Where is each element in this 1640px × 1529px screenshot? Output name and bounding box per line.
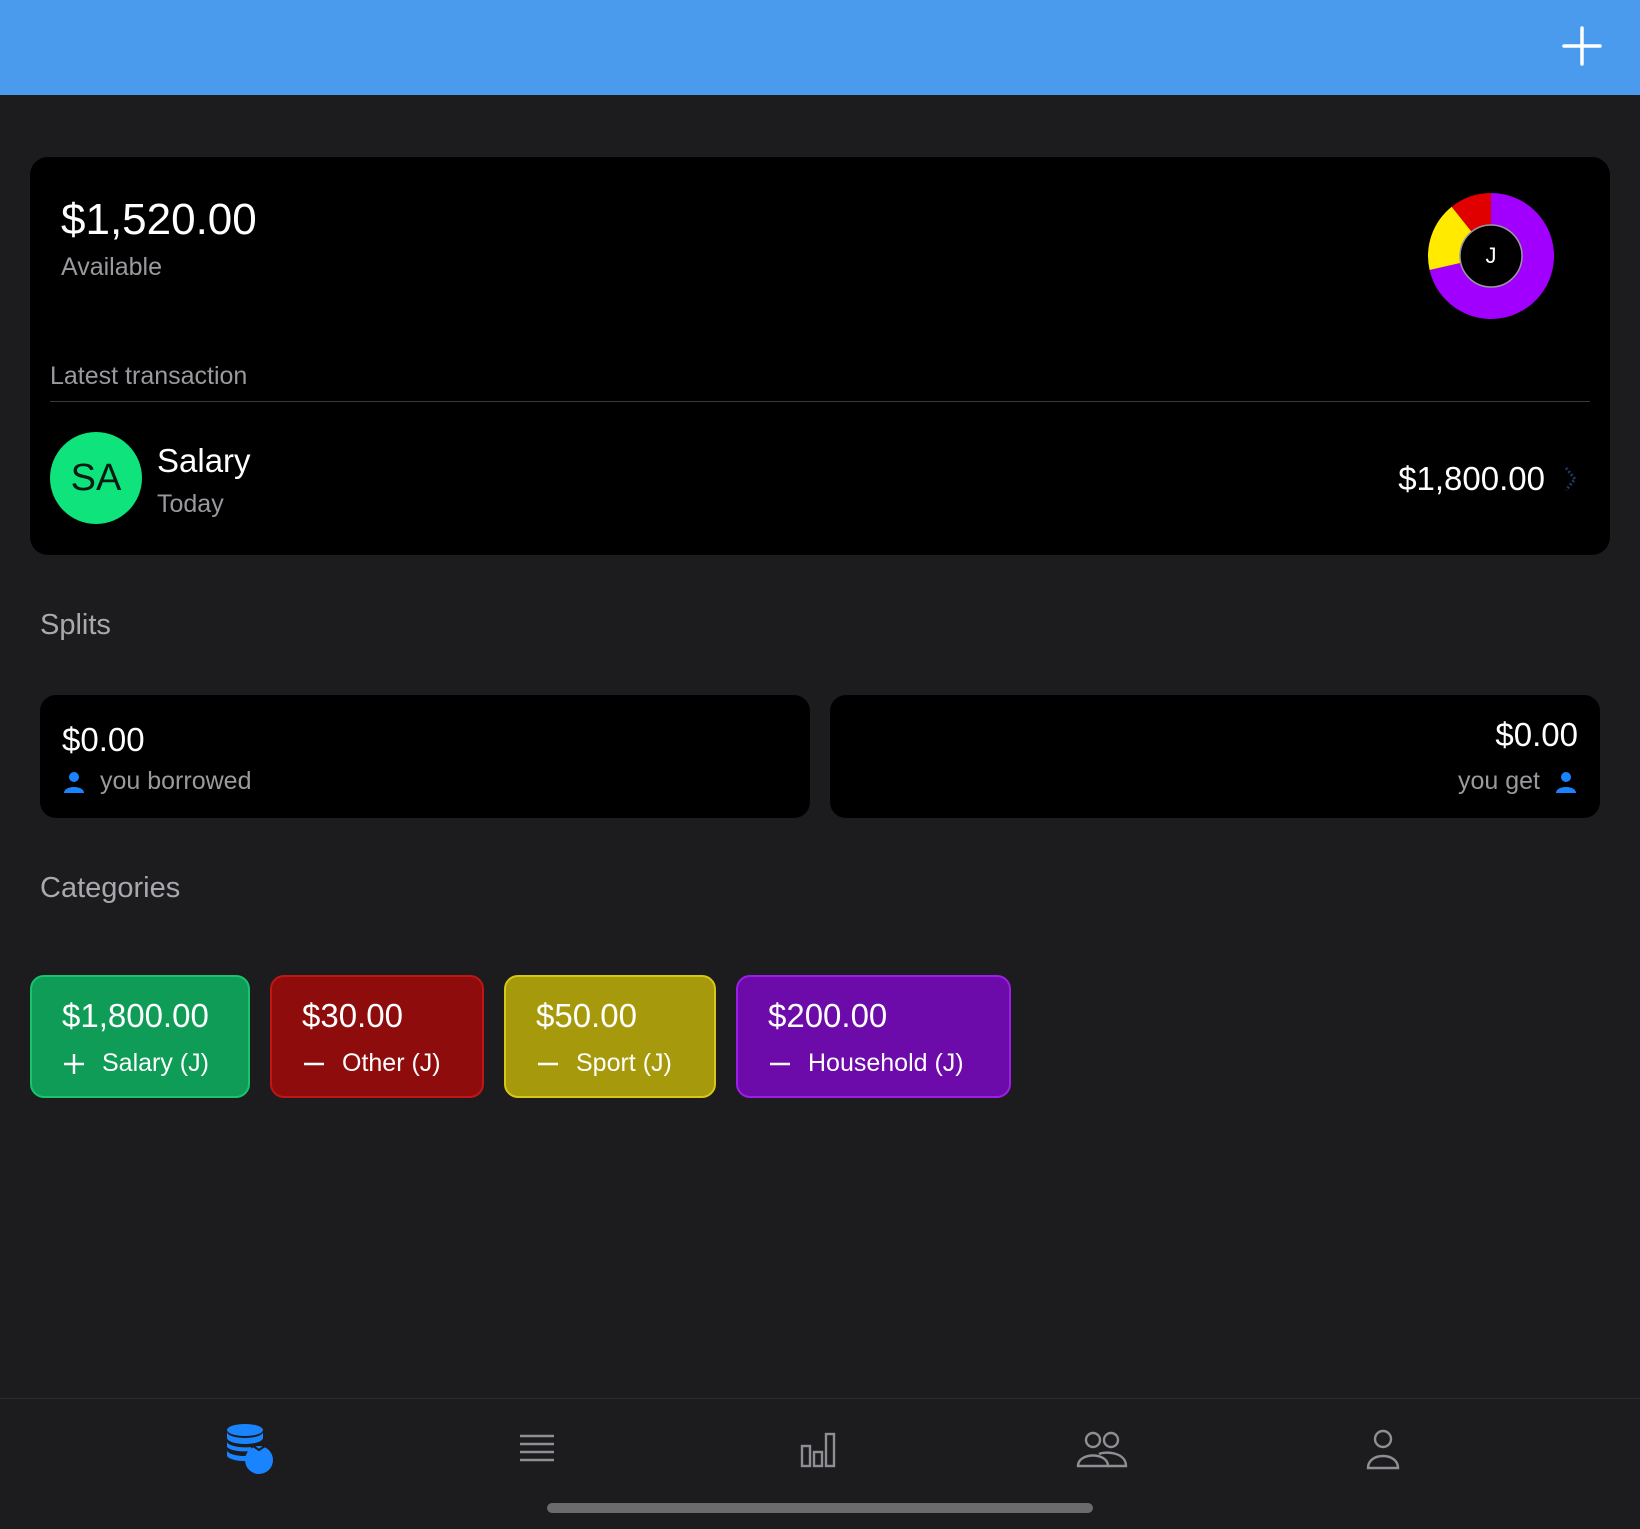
add-button[interactable] xyxy=(1562,26,1602,66)
money-stack-icon xyxy=(226,1424,273,1474)
summary-card: $1,520.00 Available J Latest transaction… xyxy=(30,157,1610,555)
divider xyxy=(50,401,1590,402)
borrowed-label: you borrowed xyxy=(100,767,252,795)
person-icon xyxy=(1556,771,1576,793)
top-bar xyxy=(0,0,1640,95)
chevron-right-icon xyxy=(1564,467,1577,491)
category-label-row: Sport (J) xyxy=(536,1049,672,1078)
category-label: Other (J) xyxy=(342,1049,441,1077)
category-amount: $30.00 xyxy=(302,997,403,1034)
category-chip-salary[interactable]: $1,800.00 Salary (J) xyxy=(30,975,250,1098)
transaction-name: Salary xyxy=(157,442,251,479)
category-chip-sport[interactable]: $50.00 Sport (J) xyxy=(504,975,716,1098)
minus-icon xyxy=(304,1062,324,1065)
home-indicator xyxy=(547,1503,1093,1513)
bar-chart-icon xyxy=(800,1432,836,1468)
borrowed-amount: $0.00 xyxy=(62,721,145,758)
splits-title: Splits xyxy=(40,609,111,641)
latest-transaction-row[interactable]: SA Salary Today $1,800.00 xyxy=(50,432,1590,527)
person-icon xyxy=(64,771,84,793)
category-amount: $50.00 xyxy=(536,997,637,1034)
transaction-avatar: SA xyxy=(50,432,142,524)
donut-initial: J xyxy=(1486,243,1497,268)
category-label: Household (J) xyxy=(808,1049,964,1077)
available-label: Available xyxy=(61,253,163,281)
category-chip-other[interactable]: $30.00 Other (J) xyxy=(270,975,484,1098)
category-label: Sport (J) xyxy=(576,1049,672,1077)
category-label: Salary (J) xyxy=(102,1049,209,1077)
category-amount: $200.00 xyxy=(768,997,888,1034)
category-amount: $1,800.00 xyxy=(62,997,209,1034)
latest-transaction-label: Latest transaction xyxy=(50,362,248,390)
plus-icon xyxy=(1562,26,1602,66)
transaction-amount: $1,800.00 xyxy=(1398,460,1545,497)
category-label-row: Household (J) xyxy=(768,1049,964,1078)
category-label-row: Salary (J) xyxy=(62,1049,209,1078)
categories-title: Categories xyxy=(40,872,181,904)
tab-transactions[interactable] xyxy=(507,1419,567,1479)
tab-groups[interactable] xyxy=(1072,1419,1132,1479)
borrowed-label-row: you borrowed xyxy=(62,767,251,796)
category-chip-household[interactable]: $200.00 Household (J) xyxy=(736,975,1011,1098)
minus-icon xyxy=(770,1062,790,1065)
get-amount: $0.00 xyxy=(1495,716,1578,753)
get-label-row: you get xyxy=(1458,767,1578,796)
list-icon xyxy=(520,1434,554,1462)
transaction-date: Today xyxy=(157,490,224,518)
split-borrowed-card[interactable]: $0.00 you borrowed xyxy=(40,695,810,818)
tab-wallet[interactable] xyxy=(220,1419,280,1479)
group-icon xyxy=(1076,1431,1128,1468)
plus-icon xyxy=(64,1053,84,1074)
get-label: you get xyxy=(1457,767,1540,795)
tab-statistics[interactable] xyxy=(790,1419,850,1479)
person-icon xyxy=(1366,1429,1400,1470)
tab-bar xyxy=(0,1398,1640,1529)
available-balance: $1,520.00 xyxy=(61,195,257,244)
category-label-row: Other (J) xyxy=(302,1049,441,1078)
minus-icon xyxy=(538,1062,558,1065)
category-donut-chart[interactable]: J xyxy=(1426,191,1556,321)
split-get-card[interactable]: $0.00 you get xyxy=(830,695,1600,818)
tab-profile[interactable] xyxy=(1353,1419,1413,1479)
